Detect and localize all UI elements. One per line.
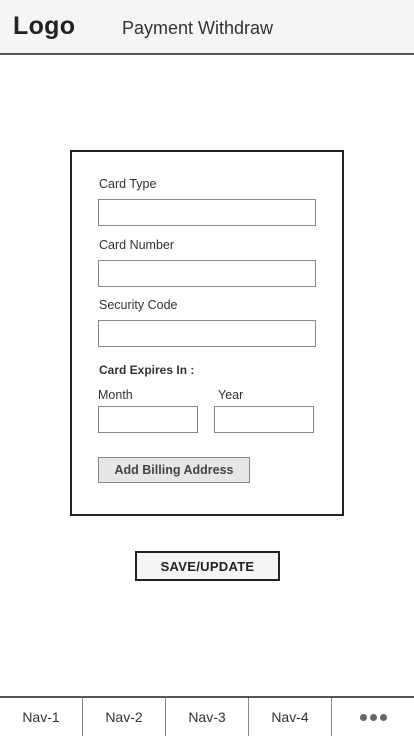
security-code-input[interactable]	[98, 320, 316, 347]
bottom-nav: Nav-1 Nav-2 Nav-3 Nav-4	[0, 696, 414, 736]
card-number-label: Card Number	[99, 238, 175, 252]
year-input[interactable]	[214, 406, 314, 433]
add-billing-address-button[interactable]: Add Billing Address	[98, 457, 250, 483]
save-update-button[interactable]: SAVE/UPDATE	[135, 551, 280, 581]
payment-form-card: Card Type Card Number Security Code Card…	[70, 150, 344, 516]
page-title: Payment Withdraw	[122, 18, 274, 38]
card-number-input[interactable]	[98, 260, 316, 287]
nav-item-1[interactable]: Nav-1	[0, 698, 83, 736]
nav-item-3[interactable]: Nav-3	[166, 698, 249, 736]
app-header: Logo Payment Withdraw	[0, 0, 414, 55]
nav-more-button[interactable]	[332, 698, 414, 736]
card-type-label: Card Type	[99, 177, 157, 191]
logo[interactable]: Logo	[13, 12, 75, 41]
month-label: Month	[98, 388, 133, 402]
security-code-label: Security Code	[99, 298, 178, 312]
month-input[interactable]	[98, 406, 198, 433]
year-label: Year	[218, 388, 244, 402]
nav-item-4[interactable]: Nav-4	[249, 698, 332, 736]
card-expires-label: Card Expires In :	[99, 363, 195, 377]
card-type-input[interactable]	[98, 199, 316, 226]
more-dots-icon	[359, 713, 387, 721]
nav-item-2[interactable]: Nav-2	[83, 698, 166, 736]
